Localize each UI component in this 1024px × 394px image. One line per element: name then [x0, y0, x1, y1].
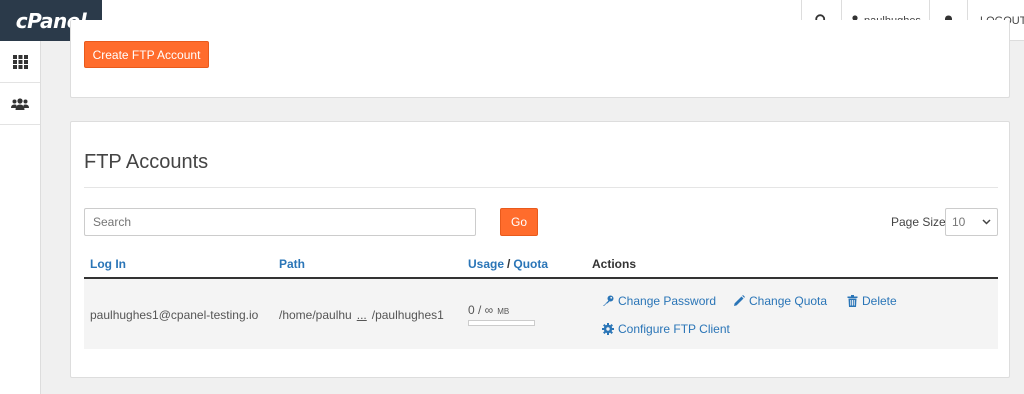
sidebar-item-users[interactable] [0, 83, 40, 125]
usage-progress-bar [468, 320, 535, 326]
chevron-down-icon [982, 219, 991, 225]
configure-ftp-client-link[interactable]: Configure FTP Client [602, 322, 730, 336]
column-header-path[interactable]: Path [279, 257, 305, 271]
sidebar-item-tools[interactable] [0, 41, 40, 83]
configure-ftp-client-label: Configure FTP Client [618, 322, 730, 336]
usage-unit: MB [497, 307, 510, 316]
change-password-label: Change Password [618, 294, 717, 308]
page-size-label: Page Size [891, 215, 946, 229]
column-header-usage-quota: Usage / Quota [468, 257, 548, 271]
ftp-accounts-panel: FTP Accounts Go Page Size 10 Log In Path… [70, 121, 1010, 378]
trash-icon [847, 295, 858, 307]
delete-link[interactable]: Delete [847, 294, 897, 308]
gear-icon [602, 323, 614, 335]
create-panel: Create FTP Account [70, 20, 1010, 98]
usage-value: 0 / ∞ [468, 303, 494, 317]
key-icon [603, 295, 614, 306]
column-header-quota[interactable]: Quota [513, 257, 548, 271]
sidebar [0, 41, 41, 394]
page-size-value: 10 [952, 215, 966, 229]
change-password-link[interactable]: Change Password [602, 294, 716, 308]
path-start: /home/paulhu [279, 308, 352, 322]
search-input[interactable] [84, 208, 476, 236]
title-divider [84, 187, 998, 188]
section-title: FTP Accounts [84, 151, 209, 173]
pencil-icon [734, 295, 745, 306]
users-icon [11, 97, 29, 110]
grid-icon [12, 54, 28, 69]
delete-label: Delete [862, 294, 897, 308]
change-quota-label: Change Quota [749, 294, 828, 308]
path-ellipsis[interactable]: ... [357, 308, 367, 322]
header-slash: / [507, 257, 511, 271]
row-login: paulhughes1@cpanel-testing.io [90, 308, 259, 322]
page-size-select[interactable]: 10 [945, 208, 998, 236]
column-header-login[interactable]: Log In [90, 257, 126, 271]
go-button[interactable]: Go [500, 208, 538, 236]
column-header-actions: Actions [592, 257, 637, 271]
path-end: /paulhughes1 [371, 308, 444, 322]
column-header-usage[interactable]: Usage [468, 257, 504, 271]
table-row: paulhughes1@cpanel-testing.io /home/paul… [84, 279, 998, 349]
create-ftp-account-button[interactable]: Create FTP Account [84, 41, 209, 68]
row-usage: 0 / ∞ MB [468, 303, 509, 317]
change-quota-link[interactable]: Change Quota [733, 294, 827, 308]
row-path: /home/paulhu ... /paulhughes1 [279, 308, 444, 322]
